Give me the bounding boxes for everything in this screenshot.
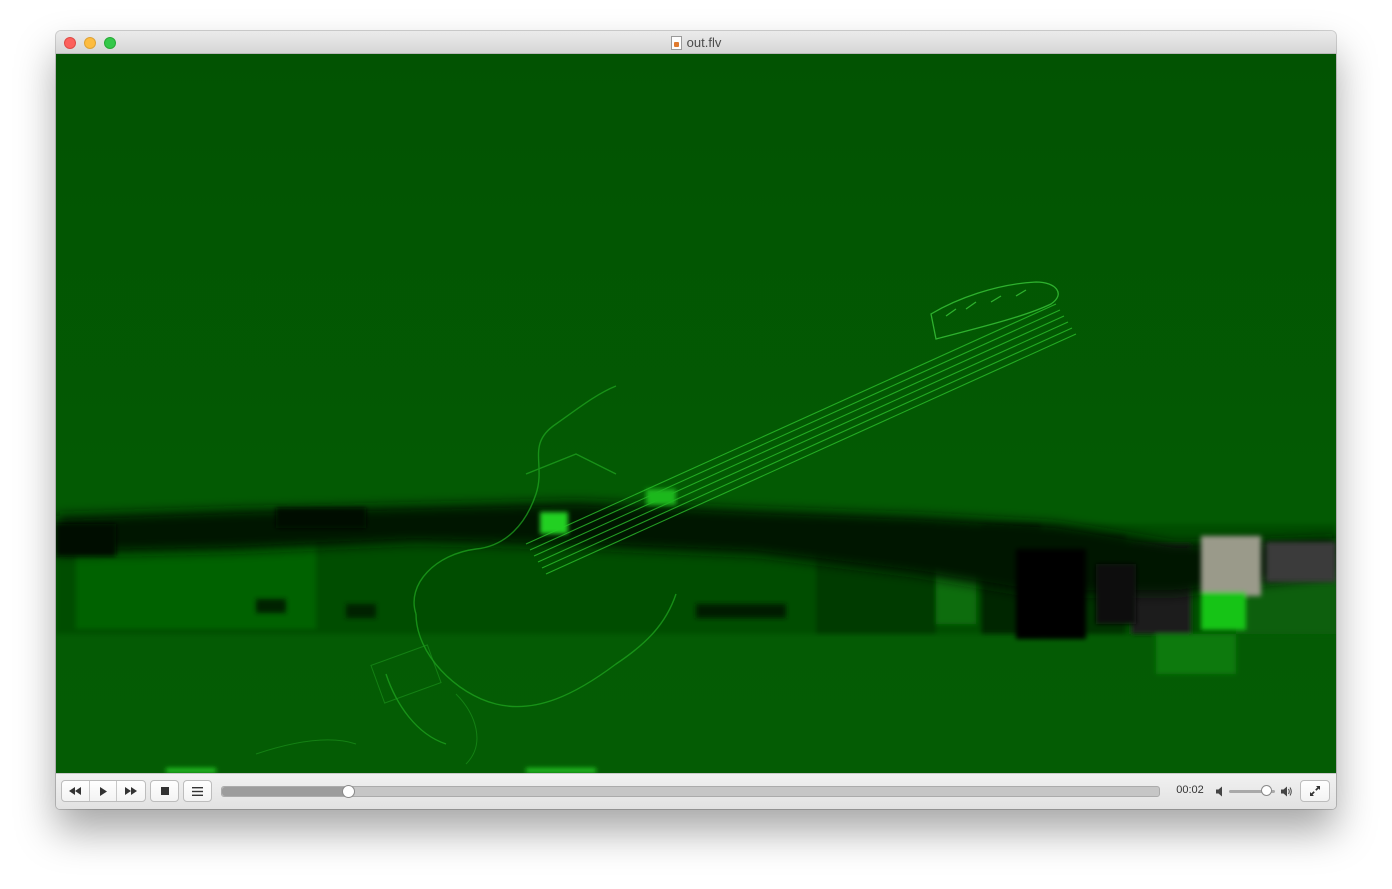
flv-document-icon: [670, 35, 682, 50]
title-bar[interactable]: out.flv: [56, 31, 1336, 54]
fast-forward-icon: [125, 787, 138, 795]
playlist-button[interactable]: [183, 780, 212, 802]
playback-controls: 00:02: [56, 773, 1336, 809]
volume-high-icon[interactable]: [1281, 786, 1293, 797]
play-button[interactable]: [90, 781, 118, 801]
volume-handle[interactable]: [1260, 785, 1272, 796]
fullscreen-icon: [1310, 786, 1320, 796]
seek-bar[interactable]: [221, 785, 1160, 798]
volume-low-icon[interactable]: [1216, 786, 1226, 797]
video-area[interactable]: [56, 54, 1336, 773]
stop-icon: [160, 787, 169, 795]
rewind-button[interactable]: [62, 781, 90, 801]
play-icon: [100, 786, 107, 796]
volume-slider[interactable]: [1229, 785, 1275, 796]
video-frame: [56, 54, 1336, 773]
fast-forward-button[interactable]: [117, 781, 145, 801]
desktop: out.flv 00:02: [0, 0, 1392, 889]
elapsed-time: 00:02: [1176, 784, 1204, 796]
window-title: out.flv: [686, 35, 722, 50]
seek-progress-fill: [222, 787, 349, 796]
stop-button[interactable]: [150, 780, 179, 802]
playlist-icon: [192, 786, 203, 796]
transport-button-group: [61, 780, 146, 802]
window-title-group: out.flv: [56, 31, 1336, 54]
rewind-icon: [69, 787, 82, 795]
seek-handle[interactable]: [342, 785, 356, 798]
player-window: out.flv 00:02: [56, 31, 1336, 809]
fullscreen-button[interactable]: [1300, 780, 1330, 802]
